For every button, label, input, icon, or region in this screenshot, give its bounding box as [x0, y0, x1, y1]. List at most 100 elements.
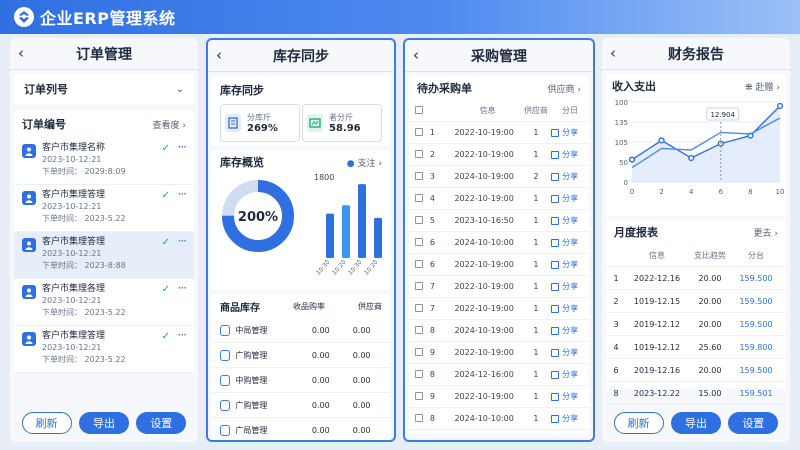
- back-chevron-icon[interactable]: ‹: [413, 46, 419, 64]
- report-row[interactable]: 6 2019-12.16 20.00 159.500: [606, 359, 786, 382]
- user-icon: [22, 332, 36, 346]
- report-row[interactable]: 1 2022-12.16 20.00 159.500: [606, 267, 786, 290]
- order-column-dropdown[interactable]: 订单列号 ⌄: [14, 74, 194, 104]
- purchase-row[interactable]: 5 2023-10-16:50 1 分享: [409, 210, 589, 232]
- share-action[interactable]: 分享: [551, 237, 589, 248]
- refresh-button[interactable]: 刷新: [21, 412, 72, 434]
- product-value-1: 0.00: [311, 325, 330, 335]
- share-action[interactable]: 分享: [551, 171, 589, 182]
- export-button[interactable]: 导出: [670, 412, 721, 434]
- share-action[interactable]: 分享: [551, 325, 589, 336]
- row-checkbox[interactable]: [415, 193, 424, 202]
- refresh-button[interactable]: 刷新: [613, 412, 664, 434]
- report-row[interactable]: 4 1019-12.12 25.60 159.800: [606, 336, 786, 359]
- export-button[interactable]: 导出: [78, 412, 129, 434]
- back-chevron-icon[interactable]: ‹: [18, 44, 24, 62]
- select-all-checkbox[interactable]: [415, 105, 424, 114]
- product-icon: [220, 349, 231, 361]
- product-row[interactable]: 广购管理 0.00 0.00: [212, 393, 390, 418]
- row-qty: 1: [533, 260, 539, 269]
- order-list-item[interactable]: 客户市集理名称 2023-10-12:21 下单时间： 2029:8:09 ✓ ···: [14, 138, 194, 185]
- share-action[interactable]: 分享: [551, 369, 589, 380]
- row-checkbox[interactable]: [415, 215, 424, 224]
- chart-filter-link[interactable]: ⁜ 赴赠 ›: [745, 80, 780, 93]
- purchase-row[interactable]: 6 2024-10-10:00 1 分享: [409, 232, 589, 254]
- stat-card-2[interactable]: 者分斤 58.96: [302, 104, 382, 142]
- view-more-link[interactable]: 查看度 ›: [153, 118, 186, 131]
- product-row[interactable]: 中购管理 0.00 0.00: [212, 368, 390, 393]
- more-link[interactable]: 更去 ›: [754, 226, 778, 239]
- purchase-row[interactable]: 7 2022-10-19:00 1 分享: [409, 298, 589, 320]
- share-action[interactable]: 分享: [551, 391, 589, 402]
- share-action[interactable]: 分享: [551, 413, 589, 424]
- report-row[interactable]: 2 1019-12.15 20.00 159.500: [606, 290, 786, 313]
- row-date: 2024-10-19:00: [454, 326, 514, 335]
- share-action[interactable]: 分享: [551, 281, 589, 292]
- row-number: 2: [429, 150, 435, 159]
- share-checkbox: [551, 282, 560, 291]
- more-options-icon[interactable]: ···: [178, 281, 188, 295]
- row-checkbox[interactable]: [415, 127, 424, 136]
- bar: [342, 205, 350, 258]
- row-checkbox[interactable]: [415, 171, 424, 180]
- back-chevron-icon[interactable]: ‹: [216, 46, 222, 64]
- row-checkbox[interactable]: [415, 281, 424, 290]
- row-checkbox[interactable]: [415, 149, 424, 158]
- row-checkbox[interactable]: [415, 237, 424, 246]
- purchase-row[interactable]: 1 2022-10-19:00 1 分享: [409, 122, 589, 144]
- row-checkbox[interactable]: [415, 347, 424, 356]
- share-action[interactable]: 分享: [551, 259, 589, 270]
- order-list-item[interactable]: 客户市集理各理 2023-10-12:21 下单时间： 2023-5.22 ✓ ···: [14, 279, 194, 326]
- share-action[interactable]: 分享: [551, 303, 589, 314]
- report-row[interactable]: 3 2019-12.12 20.00 159.500: [606, 313, 786, 336]
- row-checkbox[interactable]: [415, 369, 424, 378]
- report-row[interactable]: 8 2023-12.22 15.00 159.501: [606, 382, 786, 405]
- order-list-item[interactable]: 客户市集理答理 2023-10-12:21 下单时间： 2023-5.22 ✓ ···: [14, 326, 194, 373]
- orders-action-bar: 刷新 导出 设置: [10, 412, 198, 434]
- purchase-row[interactable]: 9 2022-10-19:00 1 分享: [409, 386, 589, 408]
- row-checkbox[interactable]: [415, 391, 424, 400]
- row-checkbox[interactable]: [415, 413, 424, 422]
- bar: [358, 184, 366, 258]
- share-action[interactable]: 分享: [551, 149, 589, 160]
- more-options-icon[interactable]: ···: [178, 328, 188, 342]
- product-row[interactable]: 中局管理 0.00 0.00: [212, 318, 390, 343]
- purchase-header: ‹ 采购管理: [405, 40, 593, 72]
- back-chevron-icon[interactable]: ‹: [610, 44, 616, 62]
- product-row[interactable]: 广局管理 0.00 0.00: [212, 418, 390, 440]
- purchase-row[interactable]: 3 2024-10-19:00 2 分享: [409, 166, 589, 188]
- report-date: 2023-12.22: [633, 388, 681, 398]
- purchase-row[interactable]: 9 2022-10-19:00 1 分享: [409, 342, 589, 364]
- more-options-icon[interactable]: ···: [178, 234, 188, 248]
- share-action[interactable]: 分享: [551, 127, 589, 138]
- more-options-icon[interactable]: ···: [178, 140, 188, 154]
- row-number: 4: [429, 194, 435, 203]
- settings-button[interactable]: 设置: [728, 412, 779, 434]
- overview-link[interactable]: ● 支注 ›: [347, 156, 382, 169]
- purchase-row[interactable]: 7 2022-10-19:00 1 分享: [409, 276, 589, 298]
- share-action[interactable]: 分享: [551, 193, 589, 204]
- income-chart-card: 收入支出 ⁜ 赴赠 › 100 135 105 50 0 0 2 4 6 8 10 12.904: [606, 74, 786, 216]
- share-action[interactable]: 分享: [551, 347, 589, 358]
- purchase-row[interactable]: 2 2022-10-19:00 1 分享: [409, 144, 589, 166]
- purchase-row[interactable]: 6 2022-10-19:00 1 分享: [409, 254, 589, 276]
- supplier-link[interactable]: 供应商 ›: [548, 82, 581, 95]
- order-list-item[interactable]: 客户市集理答理 2023-10-12:21 下单时间： 2023-5.22 ✓ ···: [14, 185, 194, 232]
- share-action[interactable]: 分享: [551, 215, 589, 226]
- product-icon: [220, 324, 231, 336]
- product-row[interactable]: 广购管理 0.00 0.00: [212, 343, 390, 368]
- settings-button[interactable]: 设置: [136, 412, 187, 434]
- app-logo-icon: [14, 7, 34, 27]
- purchase-row[interactable]: 4 2022-10-19:00 1 分享: [409, 188, 589, 210]
- purchase-row[interactable]: 8 2024-10-19:00 1 分享: [409, 320, 589, 342]
- more-options-icon[interactable]: ···: [178, 187, 188, 201]
- row-checkbox[interactable]: [415, 325, 424, 334]
- row-checkbox[interactable]: [415, 259, 424, 268]
- order-date: 2023-10-12:21: [42, 296, 102, 305]
- row-qty: 1: [533, 128, 539, 137]
- row-checkbox[interactable]: [415, 303, 424, 312]
- purchase-row[interactable]: 8 2024-12-16:00 1 分享: [409, 364, 589, 386]
- purchase-row[interactable]: 8 2024-10-10:00 1 分享: [409, 408, 589, 430]
- stat-card-1[interactable]: 分库斤 269%: [220, 104, 300, 142]
- order-list-item[interactable]: 客户市集理答理 2023-10-12:21 下单时间： 2023-8:88 ✓ ···: [14, 232, 194, 279]
